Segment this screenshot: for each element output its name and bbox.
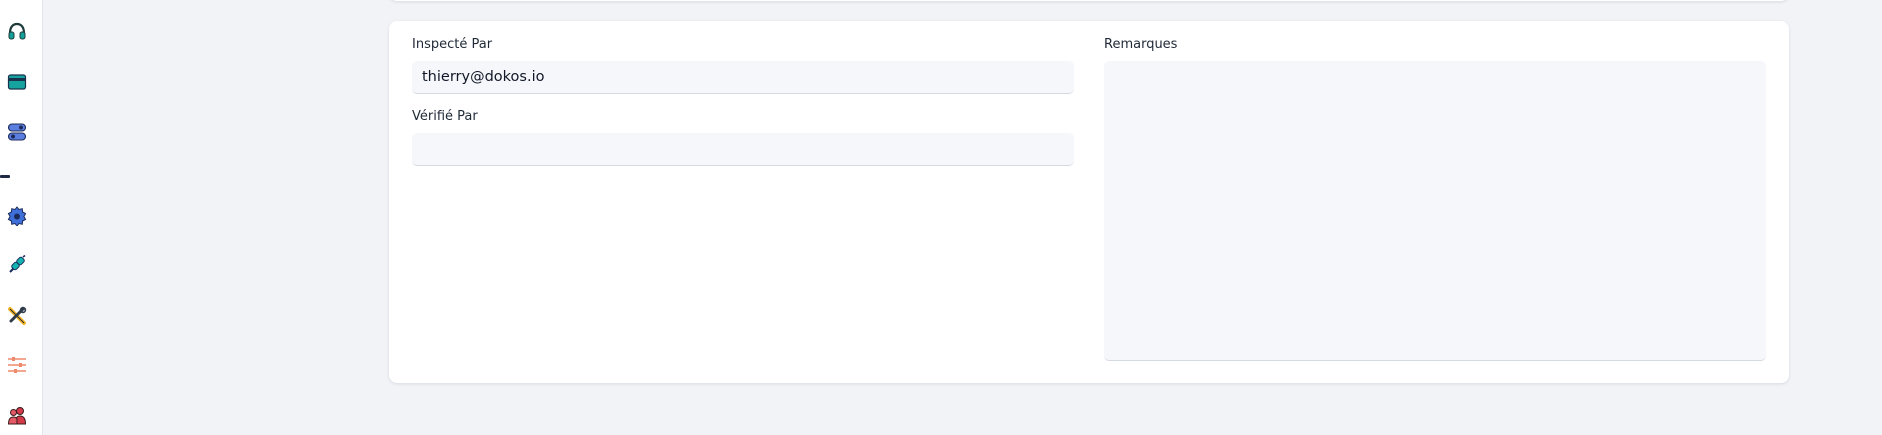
- gear-icon[interactable]: [7, 206, 27, 226]
- toggle-stack-icon[interactable]: [7, 122, 27, 142]
- inspected-by-label: Inspecté Par: [412, 37, 493, 52]
- verified-by-field[interactable]: [412, 133, 1074, 166]
- remarks-label: Remarques: [1104, 37, 1178, 52]
- users-icon[interactable]: [7, 405, 27, 425]
- plug-icon[interactable]: [7, 255, 27, 275]
- previous-section-card: [389, 0, 1789, 1]
- tools-icon[interactable]: [7, 306, 27, 326]
- headset-icon[interactable]: [7, 22, 27, 42]
- inspected-by-field[interactable]: thierry@dokos.io: [412, 61, 1074, 94]
- remarks-textarea[interactable]: [1104, 61, 1766, 361]
- active-indicator: [0, 175, 10, 178]
- sliders-icon[interactable]: [7, 355, 27, 375]
- inspection-section-card: Inspecté Par thierry@dokos.io Vérifié Pa…: [389, 21, 1789, 383]
- verified-by-label: Vérifié Par: [412, 109, 478, 124]
- sidebar: [0, 0, 43, 435]
- card-icon[interactable]: [7, 72, 27, 92]
